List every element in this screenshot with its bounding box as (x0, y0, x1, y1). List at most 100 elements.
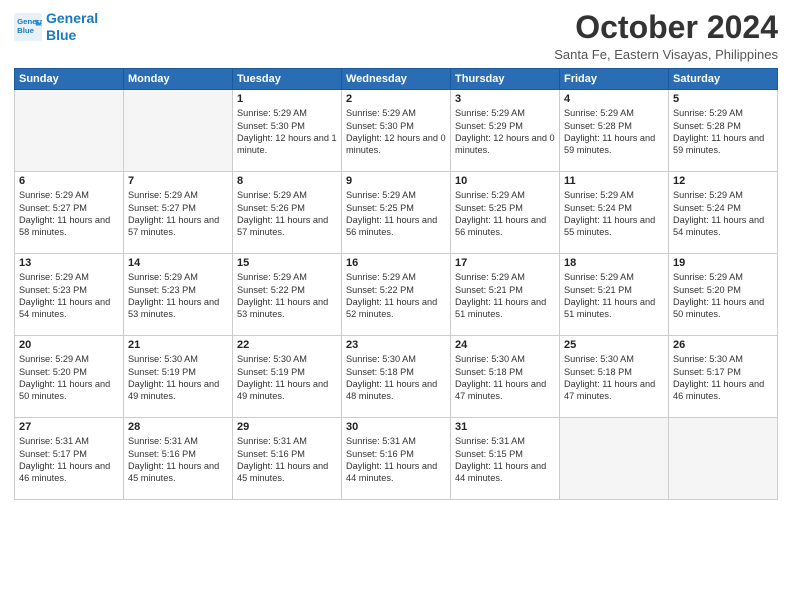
sunrise-text: Sunrise: 5:29 AM (673, 189, 773, 201)
daylight-text: Daylight: 11 hours and 48 minutes. (346, 378, 446, 403)
day-number: 1 (237, 93, 337, 105)
daylight-text: Daylight: 11 hours and 56 minutes. (455, 214, 555, 239)
calendar-cell: 13Sunrise: 5:29 AMSunset: 5:23 PMDayligh… (15, 254, 124, 336)
logo-text: General Blue (46, 10, 98, 44)
sunrise-text: Sunrise: 5:30 AM (237, 353, 337, 365)
day-number: 5 (673, 93, 773, 105)
month-title: October 2024 (554, 10, 778, 45)
sunrise-text: Sunrise: 5:30 AM (455, 353, 555, 365)
daylight-text: Daylight: 11 hours and 54 minutes. (673, 214, 773, 239)
sunrise-text: Sunrise: 5:31 AM (128, 435, 228, 447)
sunset-text: Sunset: 5:25 PM (455, 202, 555, 214)
day-number: 8 (237, 175, 337, 187)
sunrise-text: Sunrise: 5:31 AM (346, 435, 446, 447)
sunrise-text: Sunrise: 5:29 AM (455, 271, 555, 283)
day-number: 13 (19, 257, 119, 269)
day-number: 27 (19, 421, 119, 433)
calendar-cell: 19Sunrise: 5:29 AMSunset: 5:20 PMDayligh… (669, 254, 778, 336)
calendar-cell: 29Sunrise: 5:31 AMSunset: 5:16 PMDayligh… (233, 418, 342, 500)
day-number: 9 (346, 175, 446, 187)
daylight-text: Daylight: 11 hours and 50 minutes. (19, 378, 119, 403)
sunset-text: Sunset: 5:27 PM (19, 202, 119, 214)
page: General Blue General Blue October 2024 S… (0, 0, 792, 612)
daylight-text: Daylight: 12 hours and 1 minute. (237, 132, 337, 157)
sunrise-text: Sunrise: 5:30 AM (564, 353, 664, 365)
daylight-text: Daylight: 11 hours and 51 minutes. (564, 296, 664, 321)
daylight-text: Daylight: 11 hours and 45 minutes. (237, 460, 337, 485)
sunrise-text: Sunrise: 5:29 AM (19, 189, 119, 201)
calendar-cell: 20Sunrise: 5:29 AMSunset: 5:20 PMDayligh… (15, 336, 124, 418)
calendar-cell (560, 418, 669, 500)
calendar-cell: 24 Sunrise: 5:30 AMSunset: 5:18 PMDayligh… (451, 336, 560, 418)
sunset-text: Sunset: 5:16 PM (128, 448, 228, 460)
calendar-cell: 1Sunrise: 5:29 AMSunset: 5:30 PMDaylight… (233, 90, 342, 172)
daylight-text: Daylight: 11 hours and 49 minutes. (237, 378, 337, 403)
sunset-text: Sunset: 5:18 PM (455, 366, 555, 378)
sunrise-text: Sunrise: 5:29 AM (237, 107, 337, 119)
sunset-text: Sunset: 5:25 PM (346, 202, 446, 214)
sunset-text: Sunset: 5:30 PM (346, 120, 446, 132)
calendar-cell: 12Sunrise: 5:29 AMSunset: 5:24 PMDayligh… (669, 172, 778, 254)
sunset-text: Sunset: 5:24 PM (673, 202, 773, 214)
location: Santa Fe, Eastern Visayas, Philippines (554, 47, 778, 62)
calendar-cell: 30Sunrise: 5:31 AMSunset: 5:16 PMDayligh… (342, 418, 451, 500)
day-number: 17 (455, 257, 555, 269)
day-number: 14 (128, 257, 228, 269)
sunrise-text: Sunrise: 5:29 AM (346, 189, 446, 201)
day-number: 3 (455, 93, 555, 105)
calendar-cell: 9Sunrise: 5:29 AMSunset: 5:25 PMDaylight… (342, 172, 451, 254)
week-row-1: 6Sunrise: 5:29 AMSunset: 5:27 PMDaylight… (15, 172, 778, 254)
daylight-text: Daylight: 11 hours and 59 minutes. (564, 132, 664, 157)
daylight-text: Daylight: 11 hours and 47 minutes. (455, 378, 555, 403)
sunset-text: Sunset: 5:17 PM (673, 366, 773, 378)
daylight-text: Daylight: 11 hours and 44 minutes. (346, 460, 446, 485)
day-number: 29 (237, 421, 337, 433)
calendar-cell (669, 418, 778, 500)
calendar-cell: 27Sunrise: 5:31 AMSunset: 5:17 PMDayligh… (15, 418, 124, 500)
col-sunday: Sunday (15, 69, 124, 90)
day-number: 10 (455, 175, 555, 187)
day-number: 24 (455, 339, 555, 351)
daylight-text: Daylight: 12 hours and 0 minutes. (346, 132, 446, 157)
day-number: 31 (455, 421, 555, 433)
daylight-text: Daylight: 11 hours and 45 minutes. (128, 460, 228, 485)
sunset-text: Sunset: 5:16 PM (346, 448, 446, 460)
daylight-text: Daylight: 11 hours and 51 minutes. (455, 296, 555, 321)
sunrise-text: Sunrise: 5:31 AM (19, 435, 119, 447)
day-number: 11 (564, 175, 664, 187)
sunrise-text: Sunrise: 5:29 AM (673, 271, 773, 283)
sunrise-text: Sunrise: 5:29 AM (19, 271, 119, 283)
logo-icon: General Blue (14, 13, 42, 41)
sunrise-text: Sunrise: 5:31 AM (237, 435, 337, 447)
sunset-text: Sunset: 5:28 PM (673, 120, 773, 132)
sunset-text: Sunset: 5:22 PM (346, 284, 446, 296)
day-number: 20 (19, 339, 119, 351)
calendar-cell: 7Sunrise: 5:29 AMSunset: 5:27 PMDaylight… (124, 172, 233, 254)
calendar-cell: 31Sunrise: 5:31 AMSunset: 5:15 PMDayligh… (451, 418, 560, 500)
sunset-text: Sunset: 5:18 PM (346, 366, 446, 378)
sunset-text: Sunset: 5:21 PM (455, 284, 555, 296)
sunrise-text: Sunrise: 5:29 AM (19, 353, 119, 365)
day-number: 19 (673, 257, 773, 269)
daylight-text: Daylight: 11 hours and 53 minutes. (237, 296, 337, 321)
calendar-cell: 11Sunrise: 5:29 AMSunset: 5:24 PMDayligh… (560, 172, 669, 254)
sunrise-text: Sunrise: 5:29 AM (455, 107, 555, 119)
sunrise-text: Sunrise: 5:30 AM (346, 353, 446, 365)
calendar-cell: 18Sunrise: 5:29 AMSunset: 5:21 PMDayligh… (560, 254, 669, 336)
calendar-cell: 22Sunrise: 5:30 AMSunset: 5:19 PMDayligh… (233, 336, 342, 418)
sunset-text: Sunset: 5:15 PM (455, 448, 555, 460)
calendar-cell (15, 90, 124, 172)
calendar-table: Sunday Monday Tuesday Wednesday Thursday… (14, 68, 778, 500)
logo: General Blue General Blue (14, 10, 98, 44)
calendar-cell: 25Sunrise: 5:30 AMSunset: 5:18 PMDayligh… (560, 336, 669, 418)
sunrise-text: Sunrise: 5:29 AM (346, 107, 446, 119)
sunrise-text: Sunrise: 5:29 AM (673, 107, 773, 119)
sunset-text: Sunset: 5:18 PM (564, 366, 664, 378)
sunrise-text: Sunrise: 5:29 AM (455, 189, 555, 201)
sunrise-text: Sunrise: 5:31 AM (455, 435, 555, 447)
calendar-cell: 14Sunrise: 5:29 AMSunset: 5:23 PMDayligh… (124, 254, 233, 336)
col-wednesday: Wednesday (342, 69, 451, 90)
daylight-text: Daylight: 11 hours and 50 minutes. (673, 296, 773, 321)
daylight-text: Daylight: 11 hours and 58 minutes. (19, 214, 119, 239)
week-row-3: 20Sunrise: 5:29 AMSunset: 5:20 PMDayligh… (15, 336, 778, 418)
